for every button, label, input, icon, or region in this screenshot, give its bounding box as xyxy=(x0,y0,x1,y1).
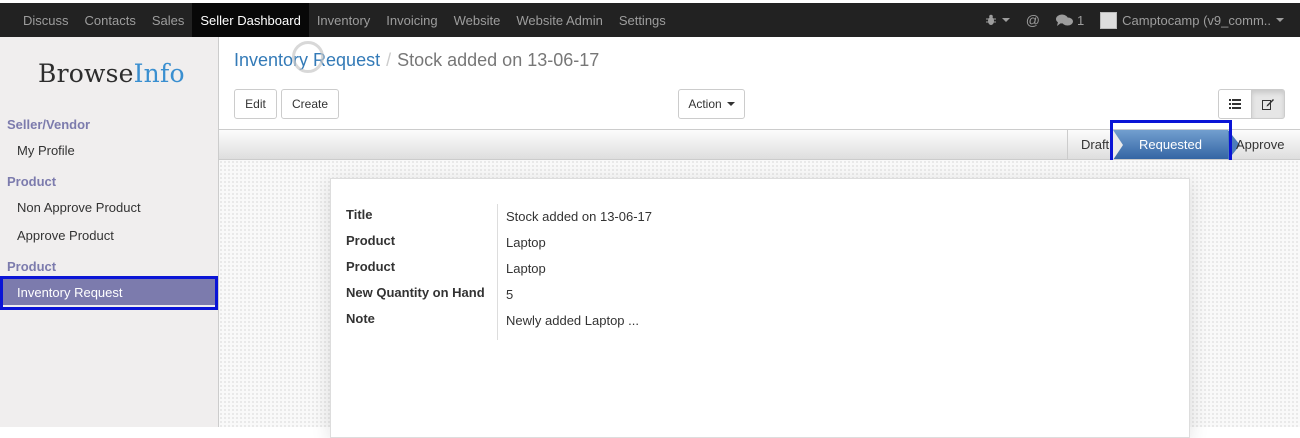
field-row-note: Note Newly added Laptop ... xyxy=(346,311,1176,337)
list-icon xyxy=(1229,99,1241,109)
action-label: Action xyxy=(688,97,722,111)
messages-button[interactable]: 1 xyxy=(1048,3,1092,37)
systray: @ 1 Camptocamp (v9_comm.. xyxy=(977,3,1292,37)
field-value: Stock added on 13-06-17 xyxy=(506,209,652,224)
logo: BrowseInfo xyxy=(38,59,185,88)
bug-icon xyxy=(985,14,996,25)
field-label: Title xyxy=(346,207,373,222)
stage-draft[interactable]: Draft xyxy=(1067,130,1113,159)
field-value: 5 xyxy=(506,287,514,302)
edit-icon xyxy=(1262,99,1274,110)
at-icon: @ xyxy=(1025,12,1040,28)
mentions-button[interactable]: @ xyxy=(1018,3,1048,37)
debug-menu[interactable] xyxy=(977,3,1018,37)
section-seller-vendor: Seller/Vendor xyxy=(7,117,91,132)
stage-approve[interactable]: Approve xyxy=(1236,130,1284,159)
form-sheet: Title Stock added on 13-06-17 Product La… xyxy=(330,178,1190,438)
highlight-box-sidebar xyxy=(0,276,218,310)
create-button[interactable]: Create xyxy=(281,89,339,119)
avatar xyxy=(1100,11,1118,29)
sidebar: BrowseInfo Seller/Vendor My Profile Prod… xyxy=(0,37,219,427)
menu-website-admin[interactable]: Website Admin xyxy=(508,3,610,37)
field-row-quantity: New Quantity on Hand 5 xyxy=(346,285,1176,311)
user-menu[interactable]: Camptocamp (v9_comm.. xyxy=(1092,3,1292,37)
section-product-2: Product xyxy=(7,259,57,274)
menu-discuss[interactable]: Discuss xyxy=(15,3,77,37)
field-row-product-2: Product Laptop xyxy=(346,259,1176,285)
menu-website[interactable]: Website xyxy=(446,3,509,37)
menu-invoicing[interactable]: Invoicing xyxy=(378,3,445,37)
sidebar-item-approve-product[interactable]: Approve Product xyxy=(17,228,114,243)
menu-contacts[interactable]: Contacts xyxy=(77,3,144,37)
comments-icon xyxy=(1055,14,1073,26)
field-label: Product xyxy=(346,259,396,274)
breadcrumb-current: Stock added on 13-06-17 xyxy=(397,50,600,70)
sidebar-item-my-profile[interactable]: My Profile xyxy=(17,143,75,158)
field-label: Product xyxy=(346,233,396,248)
menu-sales[interactable]: Sales xyxy=(144,3,193,37)
main-menu: Discuss Contacts Sales Seller Dashboard … xyxy=(15,3,674,37)
loading-spinner xyxy=(292,41,324,73)
menu-inventory[interactable]: Inventory xyxy=(309,3,378,37)
field-value[interactable]: Laptop xyxy=(506,261,546,276)
logo-browse: Browse xyxy=(38,59,134,88)
chevron-down-icon xyxy=(1276,18,1284,22)
sidebar-item-non-approve-product[interactable]: Non Approve Product xyxy=(17,200,141,215)
company-name: Camptocamp (v9_comm.. xyxy=(1122,12,1271,28)
edit-button[interactable]: Edit xyxy=(234,89,277,119)
field-value: Newly added Laptop ... xyxy=(506,313,639,328)
section-product: Product xyxy=(7,174,57,189)
field-row-title: Title Stock added on 13-06-17 xyxy=(346,207,1176,233)
chevron-down-icon xyxy=(1001,18,1010,22)
chevron-down-icon xyxy=(726,102,735,106)
form-view-button[interactable] xyxy=(1251,89,1285,119)
menu-seller-dashboard[interactable]: Seller Dashboard xyxy=(192,3,309,37)
breadcrumb-separator: / xyxy=(386,50,392,70)
field-row-product: Product Laptop xyxy=(346,233,1176,259)
top-navbar: Discuss Contacts Sales Seller Dashboard … xyxy=(0,0,1300,37)
field-value[interactable]: Laptop xyxy=(506,235,546,250)
action-button[interactable]: Action xyxy=(678,89,745,119)
logo-info: Info xyxy=(133,59,185,88)
list-view-button[interactable] xyxy=(1218,89,1252,119)
field-label: Note xyxy=(346,311,375,326)
main-content: Inventory Request / Stock added on 13-06-1… xyxy=(219,37,1300,438)
menu-settings[interactable]: Settings xyxy=(611,3,674,37)
messages-count: 1 xyxy=(1076,12,1085,28)
field-label: New Quantity on Hand xyxy=(346,285,485,300)
breadcrumb: Inventory Request / Stock added on 13-06-1… xyxy=(234,50,599,71)
